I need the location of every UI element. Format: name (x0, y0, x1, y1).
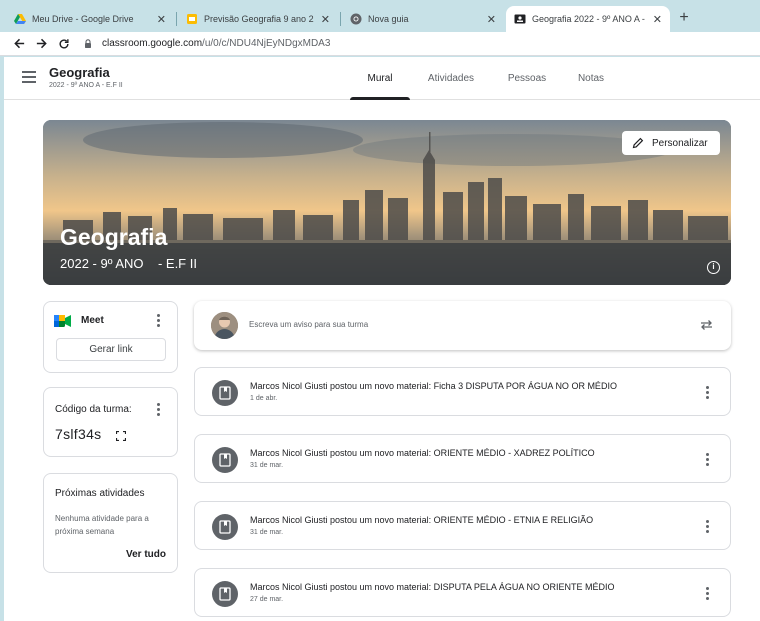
back-button[interactable] (10, 35, 28, 53)
reload-button[interactable] (55, 35, 73, 53)
app-header: Geografia 2022 - 9º ANO A - E.F II Mural… (0, 57, 760, 100)
stream-post[interactable]: Marcos Nicol Giusti postou um novo mater… (194, 501, 731, 550)
classroom-icon (514, 14, 526, 24)
tab-title: Previsão Geografia 9 ano 2 Trim (204, 14, 315, 24)
tab-title: Meu Drive - Google Drive (32, 14, 134, 24)
post-text: Marcos Nicol Giusti postou um novo mater… (250, 582, 615, 592)
more-vert-icon[interactable] (704, 587, 710, 601)
view-all-link[interactable]: Ver tudo (126, 549, 166, 560)
generate-link-button[interactable]: Gerar link (56, 338, 166, 361)
forward-button[interactable] (32, 35, 50, 53)
tab-atividades[interactable]: Atividades (421, 57, 481, 100)
close-icon[interactable]: ✕ (487, 13, 496, 26)
browser-tab-bar: Meu Drive - Google Drive ✕ Previsão Geog… (0, 0, 760, 32)
more-vert-icon[interactable] (704, 386, 710, 400)
repost-icon[interactable] (699, 318, 714, 332)
url-text[interactable]: classroom.google.com/u/0/c/NDU4NjEyNDgxM… (102, 38, 330, 49)
arrow-left-icon (13, 38, 24, 49)
close-icon[interactable]: ✕ (321, 13, 330, 26)
meet-label: Meet (81, 315, 104, 326)
reload-icon (59, 39, 69, 49)
pencil-icon (632, 137, 644, 149)
post-date: 27 de mar. (250, 596, 284, 603)
class-title[interactable]: Geografia (49, 65, 110, 80)
browser-tab-slides[interactable]: Previsão Geografia 9 ano 2 Trim ✕ (178, 6, 338, 32)
info-icon[interactable]: i (707, 261, 720, 274)
lock-icon (85, 39, 91, 48)
tab-title: Nova guia (368, 14, 409, 24)
tab-separator (340, 12, 341, 26)
banner-subtitle: 2022 - 9º ANO - E.F II (60, 256, 197, 271)
material-icon (212, 380, 238, 406)
arrow-right-icon (36, 38, 47, 49)
stream-post[interactable]: Marcos Nicol Giusti postou um novo mater… (194, 434, 731, 483)
close-icon[interactable]: ✕ (653, 13, 662, 26)
post-text: Marcos Nicol Giusti postou um novo mater… (250, 515, 594, 525)
tab-pessoas[interactable]: Pessoas (497, 57, 557, 100)
stream-post[interactable]: Marcos Nicol Giusti postou um novo mater… (194, 367, 731, 416)
google-drive-icon (14, 14, 26, 24)
fullscreen-icon[interactable] (116, 431, 126, 441)
class-banner: Geografia 2022 - 9º ANO - E.F II Persona… (43, 120, 731, 285)
customize-button[interactable]: Personalizar (622, 131, 720, 155)
book-icon (219, 453, 231, 467)
user-photo-icon (211, 312, 238, 339)
book-icon (219, 520, 231, 534)
more-vert-icon[interactable] (155, 314, 161, 328)
browser-tab-new[interactable]: Nova guia ✕ (342, 6, 504, 32)
material-icon (212, 581, 238, 607)
browser-tab-drive[interactable]: Meu Drive - Google Drive ✕ (6, 6, 174, 32)
classroom-page: Geografia 2022 - 9º ANO A - E.F II Mural… (0, 57, 760, 621)
post-date: 31 de mar. (250, 529, 284, 536)
chrome-icon (350, 13, 362, 25)
class-code-card: Código da turma: 7slf34s (43, 387, 178, 457)
banner-title: Geografia (60, 224, 168, 250)
post-date: 31 de mar. (250, 462, 284, 469)
more-vert-icon[interactable] (704, 453, 710, 467)
tab-separator (176, 12, 177, 26)
new-tab-button[interactable]: + (674, 8, 694, 28)
post-text: Marcos Nicol Giusti postou um novo mater… (250, 381, 617, 391)
meet-card: Meet Gerar link (43, 301, 178, 373)
post-date: 1 de abr. (250, 395, 278, 402)
announce-placeholder: Escreva um aviso para sua turma (249, 320, 369, 329)
stream-post[interactable]: Marcos Nicol Giusti postou um novo mater… (194, 568, 731, 617)
book-icon (219, 386, 231, 400)
close-icon[interactable]: ✕ (157, 13, 166, 26)
more-vert-icon[interactable] (704, 520, 710, 534)
class-code-value: 7slf34s (55, 426, 102, 442)
google-meet-icon (54, 315, 71, 327)
hamburger-menu-icon[interactable] (22, 71, 36, 83)
more-vert-icon[interactable] (155, 403, 161, 417)
class-code-label: Código da turma: (55, 404, 132, 415)
tab-title: Geografia 2022 - 9º ANO A - E.F (532, 14, 647, 24)
avatar (211, 312, 238, 339)
url-path: /u/0/c/NDU4NjEyNDgxMDA3 (202, 38, 331, 49)
book-icon (219, 587, 231, 601)
upcoming-empty-text: Nenhuma atividade para a próxima semana (55, 514, 149, 536)
address-bar: classroom.google.com/u/0/c/NDU4NjEyNDgxM… (0, 32, 760, 56)
upcoming-title: Próximas atividades (55, 488, 145, 499)
material-icon (212, 447, 238, 473)
url-host: classroom.google.com (102, 38, 203, 49)
announce-box[interactable]: Escreva um aviso para sua turma (194, 301, 731, 350)
google-slides-icon (187, 14, 197, 24)
post-text: Marcos Nicol Giusti postou um novo mater… (250, 448, 595, 458)
upcoming-card: Próximas atividades Nenhuma atividade pa… (43, 473, 178, 573)
material-icon (212, 514, 238, 540)
browser-tab-classroom[interactable]: Geografia 2022 - 9º ANO A - E.F ✕ (506, 6, 670, 32)
class-subtitle: 2022 - 9º ANO A - E.F II (49, 82, 123, 89)
customize-label: Personalizar (652, 137, 708, 149)
tab-notas[interactable]: Notas (563, 57, 619, 100)
tab-mural[interactable]: Mural (350, 57, 410, 100)
left-edge-strip (0, 57, 4, 621)
